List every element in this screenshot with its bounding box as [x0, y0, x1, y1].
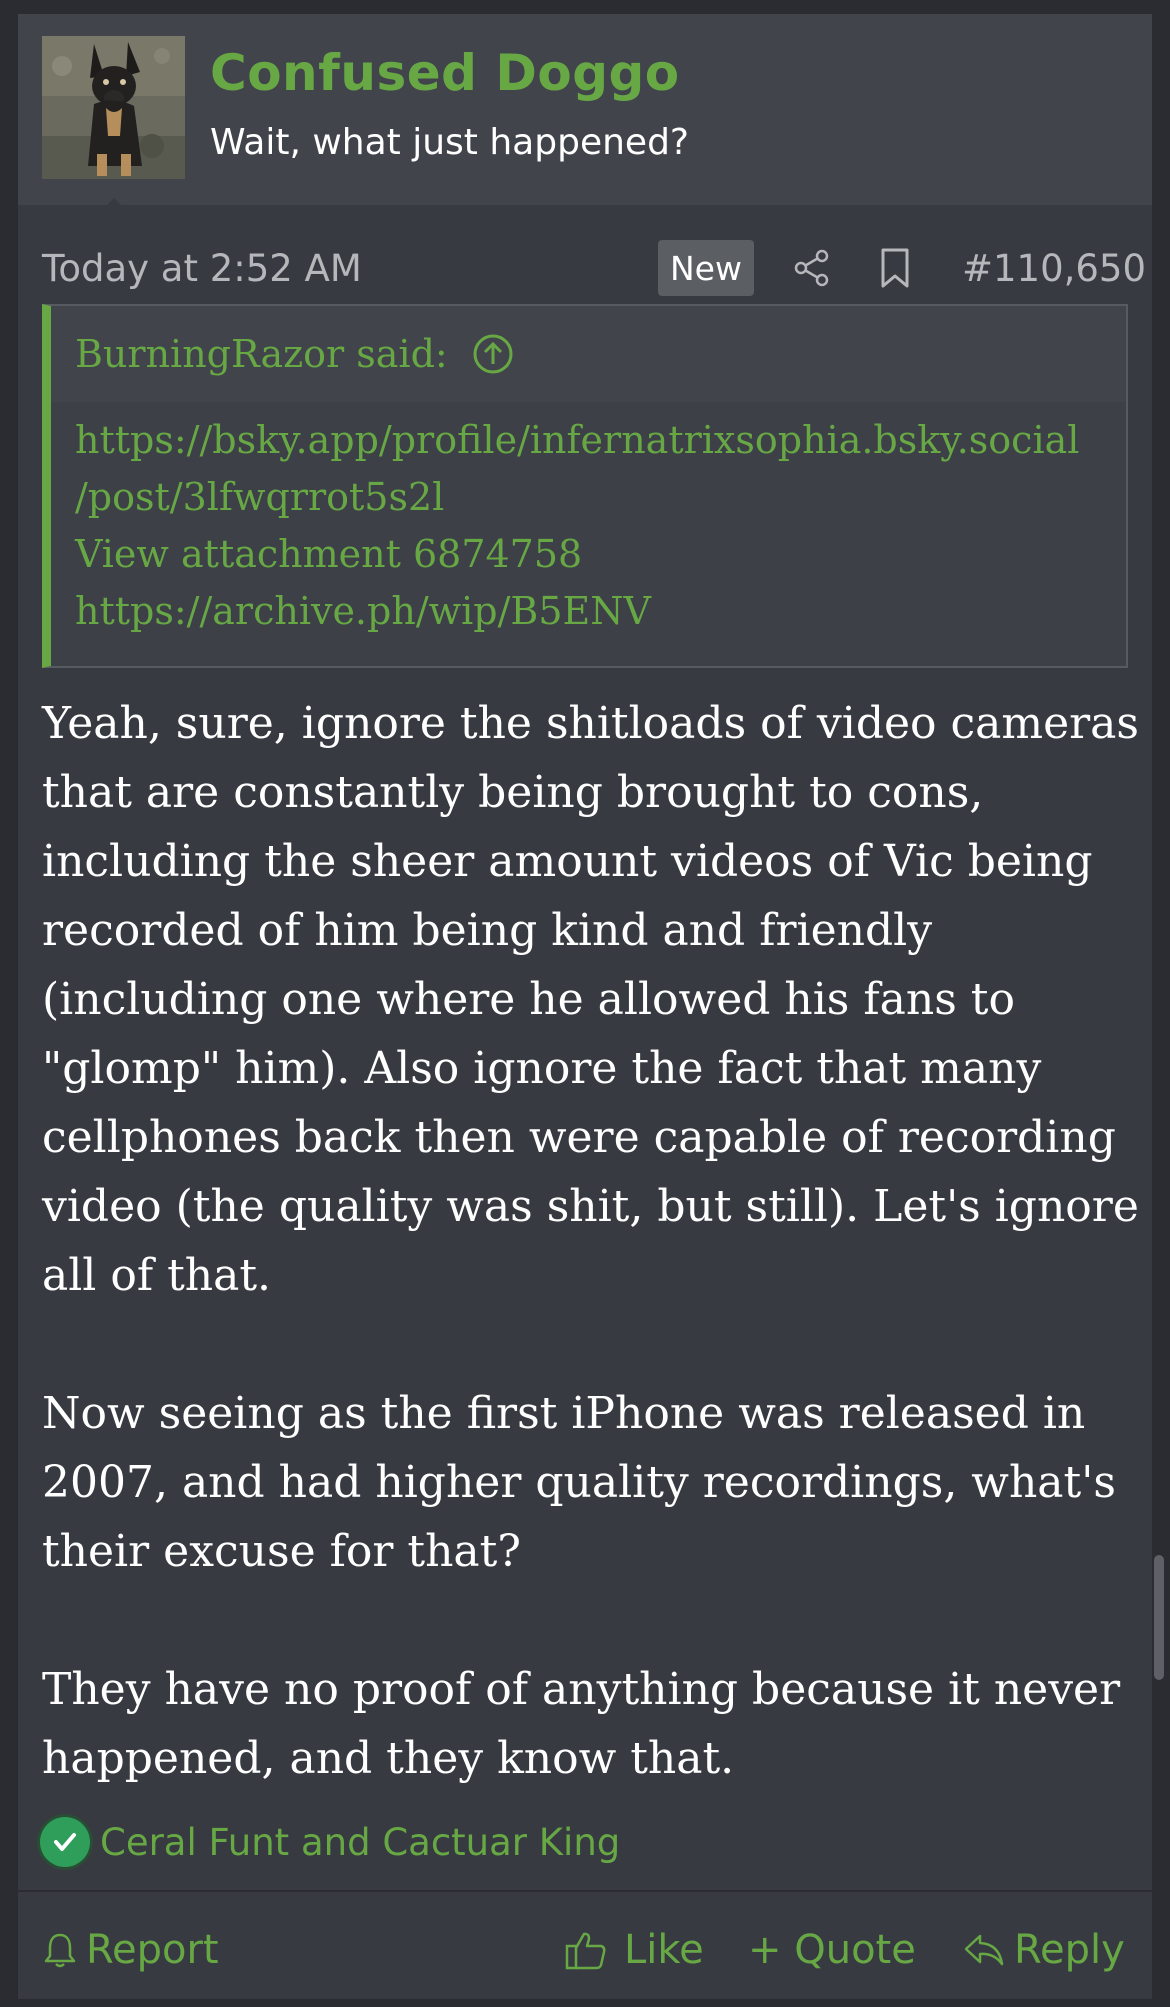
- quote-author-label: BurningRazor said:: [75, 332, 448, 376]
- body-line: (including one where he allowed his fans…: [42, 974, 1015, 1025]
- body-line: that are constantly being brought to con…: [42, 767, 984, 818]
- post-header: Confused Doggo Wait, what just happened?: [18, 14, 1152, 205]
- body-line: recorded of him being kind and friendly: [42, 905, 933, 956]
- thumbs-up-icon: [565, 1932, 606, 1970]
- reply-label: Reply: [1014, 1927, 1125, 1973]
- post: Confused Doggo Wait, what just happened?…: [18, 14, 1152, 1999]
- body-line: Yeah, sure, ignore the shitloads of vide…: [42, 698, 1139, 749]
- report-label: Report: [86, 1927, 219, 1973]
- quote-author-link[interactable]: BurningRazor said:: [75, 332, 514, 376]
- bell-icon: [44, 1933, 76, 1968]
- like-label: Like: [624, 1927, 704, 1973]
- new-badge: New: [658, 240, 754, 296]
- body-line: all of that.: [42, 1250, 272, 1301]
- quote-header: BurningRazor said:: [51, 306, 1126, 402]
- like-button[interactable]: Like: [564, 1922, 704, 1978]
- report-button[interactable]: Report: [42, 1922, 219, 1978]
- dog-avatar-image: [42, 36, 185, 179]
- quote-attachment-link[interactable]: View attachment 6874758: [75, 532, 582, 576]
- quote-link[interactable]: /post/3lfwqrrot5s2l: [75, 475, 444, 519]
- scrollbar[interactable]: [1154, 1555, 1164, 1680]
- quote-label: + Quote: [748, 1927, 916, 1973]
- jump-to-quote-icon[interactable]: [472, 333, 514, 375]
- reply-arrow-icon: [964, 1934, 1004, 1966]
- body-line: including the sheer amount videos of Vic…: [42, 836, 1093, 887]
- quote-button[interactable]: + Quote: [748, 1922, 916, 1978]
- bookmark-icon[interactable]: [875, 247, 915, 289]
- checkmark-reaction-icon: [40, 1817, 90, 1867]
- quote-content: https://bsky.app/profile/infernatrixsoph…: [51, 402, 1126, 666]
- post-meta: Today at 2:52 AM New #110,650: [18, 205, 1152, 315]
- post-number-link[interactable]: #110,650: [962, 247, 1146, 290]
- post-timestamp[interactable]: Today at 2:52 AM: [42, 247, 362, 290]
- body-line: Now seeing as the first iPhone was relea…: [42, 1388, 1086, 1439]
- body-line: They have no proof of anything because i…: [42, 1664, 1121, 1715]
- avatar[interactable]: [42, 36, 185, 179]
- reaction-users[interactable]: Ceral Funt and Cactuar King: [100, 1821, 620, 1864]
- body-line: cellphones back then were capable of rec…: [42, 1112, 1116, 1163]
- body-line: happened, and they know that.: [42, 1733, 735, 1784]
- body-line: "glomp" him). Also ignore the fact that …: [42, 1043, 1042, 1094]
- footer-divider: [18, 1890, 1152, 1892]
- body-line: their excuse for that?: [42, 1526, 521, 1577]
- quote-link[interactable]: https://bsky.app/profile/infernatrixsoph…: [75, 418, 1079, 462]
- user-title: Wait, what just happened?: [210, 122, 690, 163]
- quote-block: BurningRazor said: https://bsky.app/prof…: [42, 304, 1128, 668]
- share-icon[interactable]: [791, 247, 833, 289]
- quote-link[interactable]: https://archive.ph/wip/B5ENV: [75, 589, 651, 633]
- post-body: Yeah, sure, ignore the shitloads of vide…: [42, 689, 1139, 1793]
- reactions-bar[interactable]: Ceral Funt and Cactuar King: [40, 1814, 620, 1870]
- reply-button[interactable]: Reply: [962, 1922, 1125, 1978]
- body-line: 2007, and had higher quality recordings,…: [42, 1457, 1116, 1508]
- body-line: video (the quality was shit, but still).…: [42, 1181, 1139, 1232]
- username[interactable]: Confused Doggo: [210, 44, 680, 102]
